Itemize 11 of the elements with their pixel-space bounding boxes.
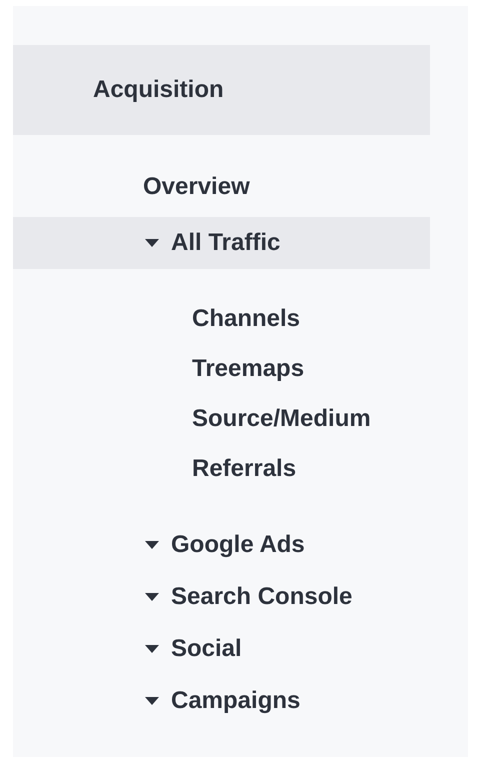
menu-item[interactable]: Google Ads [13,519,430,571]
menu-item[interactable]: Overview [13,160,430,213]
submenu-item[interactable]: Treemaps [13,344,430,394]
submenu-item[interactable]: Source/Medium [13,394,430,444]
menu-item[interactable]: Search Console [13,571,430,623]
submenu-item[interactable]: Channels [13,294,430,344]
section-header[interactable]: Acquisition [13,45,430,135]
menu-item[interactable]: All Traffic [13,217,430,269]
submenu-item[interactable]: Referrals [13,444,430,494]
menu-item[interactable]: Social [13,623,430,675]
menu-item[interactable]: Campaigns [13,675,430,727]
